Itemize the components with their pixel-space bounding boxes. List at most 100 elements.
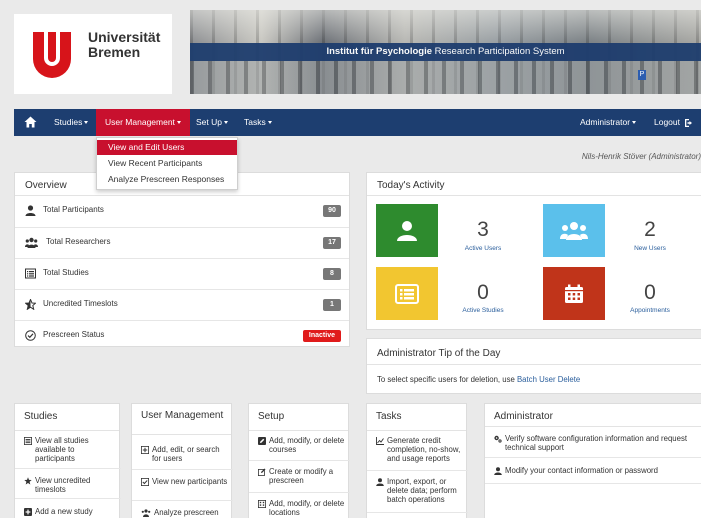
user-icon [25,205,36,216]
count-badge: 8 [323,268,341,280]
dropdown-item-view-edit-users[interactable]: View and Edit Users [97,140,237,155]
batch-user-delete-link[interactable]: Batch User Delete [517,375,580,384]
building-icon [258,500,266,508]
users-icon [25,237,38,248]
overview-row-uncredited-timeslots[interactable]: Uncredited Timeslots 1 [15,289,349,319]
usermgmt-link-analyze-prescreen[interactable]: Analyze prescreen [141,508,229,517]
banner-title: Institut für Psychologie Research Partic… [190,43,701,61]
calendar-icon [565,284,583,303]
tip-text-body: To select specific users for deletion, u… [377,375,517,384]
link-text: Add, modify, or delete locations [269,499,345,517]
admin-link-modify-contact[interactable]: Modify your contact information or passw… [494,466,694,475]
overview-row-total-participants[interactable]: Total Participants 90 [15,196,349,226]
university-logo[interactable]: Universität Bremen [14,14,172,94]
studies-link-uncredited[interactable]: View uncredited timeslots [24,476,116,494]
link-text: Create or modify a prescreen [269,467,334,485]
dropdown-item-analyze-prescreen[interactable]: Analyze Prescreen Responses [97,172,237,187]
new-users-label[interactable]: New Users [615,245,685,252]
nav-logout-label: Logout [654,117,680,127]
check-square-icon [141,478,149,486]
home-icon[interactable] [24,116,37,128]
studies-link-view-all[interactable]: View all studies available to participan… [24,436,116,463]
overview-row-label: Total Participants [43,205,104,214]
main-navbar: Studies User Management Set Up Tasks Adm… [14,109,701,136]
link-text: Add, edit, or search for users [152,445,220,463]
dropdown-item-view-recent-participants[interactable]: View Recent Participants [97,156,237,171]
setup-link-locations[interactable]: Add, modify, or delete locations [258,499,346,517]
admin-link-verify-config[interactable]: Verify software configuration informatio… [494,434,694,452]
tile-active-studies[interactable] [376,267,438,320]
tasks-link-reports[interactable]: Generate credit completion, no-show, and… [376,436,464,463]
overview-row-total-researchers[interactable]: Total Researchers 17 [15,227,349,257]
user-management-box: User Management Add, edit, or search for… [131,403,233,518]
link-text: Add, modify, or delete courses [269,436,345,454]
overview-row-prescreen-status[interactable]: Prescreen Status Inactive [15,320,349,350]
link-text: Import, export, or delete data; perform … [387,477,457,504]
overview-row-label: Uncredited Timeslots [43,299,118,308]
banner-sky [190,10,701,42]
nav-administrator[interactable]: Administrator [580,109,637,136]
header: Universität Bremen P Institut für Psycho… [0,0,701,107]
tile-active-users[interactable] [376,204,438,257]
appointments-label[interactable]: Appointments [615,307,685,314]
plus-square-icon [24,508,32,516]
overview-row-total-studies[interactable]: Total Studies 8 [15,258,349,288]
nav-studies[interactable]: Studies [54,109,89,136]
star-icon [25,299,36,310]
nav-tasks-label: Tasks [244,117,266,127]
overview-row-label: Total Researchers [46,237,111,246]
nav-tasks[interactable]: Tasks [244,109,272,136]
active-users-label[interactable]: Active Users [448,245,518,252]
link-text: Verify software configuration informatio… [505,434,688,452]
usermgmt-link-add-edit[interactable]: Add, edit, or search for users [141,445,229,463]
divider [15,498,121,499]
nav-setup[interactable]: Set Up [196,109,228,136]
tasks-box-title: Tasks [367,404,466,431]
count-badge: 90 [323,205,341,217]
studies-link-add-new[interactable]: Add a new study [24,507,116,516]
setup-link-courses[interactable]: Add, modify, or delete courses [258,436,346,454]
link-text: View new participants [152,477,228,486]
caret-down-icon [632,121,637,125]
count-badge: 17 [323,237,341,249]
user-management-box-title: User Management [132,404,231,435]
active-studies-count: 0 [477,281,489,304]
nav-user-management[interactable]: User Management [96,109,190,136]
active-users-count: 3 [477,218,489,241]
user-icon [397,220,417,241]
tip-of-the-day-panel: Administrator Tip of the Day To select s… [366,338,701,394]
divider [367,470,468,471]
nav-administrator-label: Administrator [580,117,631,127]
star-icon [24,477,32,485]
tile-new-users[interactable] [543,204,605,257]
divider [485,483,701,484]
active-studies-label[interactable]: Active Studies [448,307,518,314]
header-banner: P Institut für Psychologie Research Part… [190,10,701,94]
divider [132,500,233,501]
nav-studies-label: Studies [54,117,83,127]
overview-row-label: Total Studies [43,268,89,277]
divider [249,492,350,493]
link-text: View all studies available to participan… [35,436,89,463]
tip-text: To select specific users for deletion, u… [377,375,580,384]
users-icon [560,221,588,240]
university-name-line1: Universität [88,29,161,45]
activity-title: Today's Activity [367,173,701,196]
setup-link-prescreen[interactable]: Create or modify a prescreen [258,467,346,485]
divider [485,457,701,458]
overview-row-label: Prescreen Status [43,330,105,339]
link-text: Modify your contact information or passw… [505,466,658,475]
divider [15,468,121,469]
nav-setup-label: Set Up [196,117,222,127]
studies-box-title: Studies [15,404,119,431]
tasks-link-import-export[interactable]: Import, export, or delete data; perform … [376,477,464,504]
nav-user-management-label: User Management [105,117,175,127]
university-name: Universität Bremen [88,30,160,60]
nav-logout[interactable]: Logout [654,109,694,136]
users-icon [141,509,151,517]
parking-sign-icon: P [638,70,646,80]
caret-down-icon [224,121,228,125]
tile-appointments[interactable] [543,267,605,320]
bremen-u-logo-icon [33,32,71,78]
usermgmt-link-new-participants[interactable]: View new participants [141,477,229,486]
